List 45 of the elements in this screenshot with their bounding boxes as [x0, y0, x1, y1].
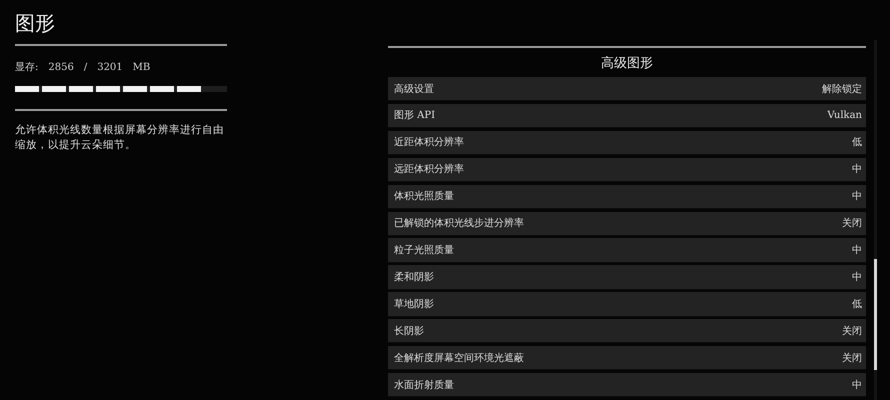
setting-value: 关闭	[842, 352, 862, 365]
setting-value: Vulkan	[827, 110, 862, 121]
scrollbar[interactable]	[874, 40, 877, 400]
setting-value: 中	[852, 270, 862, 284]
setting-label: 图形 API	[394, 109, 436, 122]
setting-row[interactable]: 高级设置 解除锁定	[388, 76, 866, 102]
setting-label: 体积光照质量	[394, 190, 454, 204]
setting-value: 关闭	[842, 216, 862, 230]
setting-row[interactable]: 远距体积分辨率 中	[388, 158, 866, 182]
setting-row[interactable]: 柔和阴影 中	[388, 265, 866, 290]
setting-row[interactable]: 长阴影 关闭	[388, 319, 866, 344]
setting-description: 允许体积光线数量根据屏幕分辨率进行自由缩放，以提升云朵细节。	[15, 123, 225, 153]
setting-label: 远距体积分辨率	[394, 162, 464, 176]
panel-title: 高级图形	[600, 54, 654, 73]
setting-value: 中	[852, 162, 862, 176]
vram-separator: /	[84, 62, 88, 73]
setting-label: 已解锁的体积光线步进分辨率	[394, 216, 524, 230]
setting-value: 解除锁定	[822, 82, 862, 96]
setting-label: 粒子光照质量	[394, 244, 454, 258]
setting-row[interactable]: 体积光照质量 中	[388, 184, 866, 209]
setting-label: 长阴影	[394, 324, 424, 338]
setting-value: 低	[852, 136, 862, 150]
setting-label: 柔和阴影	[394, 270, 434, 284]
setting-row[interactable]: 全解析度屏幕空间环境光遮蔽 关闭	[388, 346, 866, 370]
page-title: 图形	[15, 10, 56, 36]
setting-row[interactable]: 草地阴影 低	[388, 292, 866, 317]
setting-row[interactable]: 水面折射质量 中	[388, 373, 866, 398]
setting-label: 近距体积分辨率	[394, 136, 464, 150]
setting-label: 水面折射质量	[394, 378, 454, 392]
setting-label: 高级设置	[394, 82, 434, 96]
setting-value: 关闭	[842, 324, 862, 338]
setting-label: 草地阴影	[394, 298, 434, 311]
setting-value: 中	[852, 190, 862, 204]
setting-label: 全解析度屏幕空间环境光遮蔽	[394, 352, 524, 365]
vram-total: 3201	[97, 62, 123, 73]
vram-label: 显存:	[15, 61, 38, 74]
vram-unit: MB	[132, 62, 150, 73]
setting-value: 中	[852, 378, 862, 392]
setting-row[interactable]: 粒子光照质量 中	[388, 238, 866, 263]
setting-row[interactable]: 已解锁的体积光线步进分辨率 关闭	[388, 212, 866, 236]
setting-value: 中	[852, 244, 862, 258]
setting-row[interactable]: 近距体积分辨率 低	[388, 130, 866, 156]
vram-used: 2856	[48, 62, 74, 73]
setting-row[interactable]: 图形 API Vulkan	[388, 104, 866, 128]
setting-value: 低	[852, 298, 862, 311]
